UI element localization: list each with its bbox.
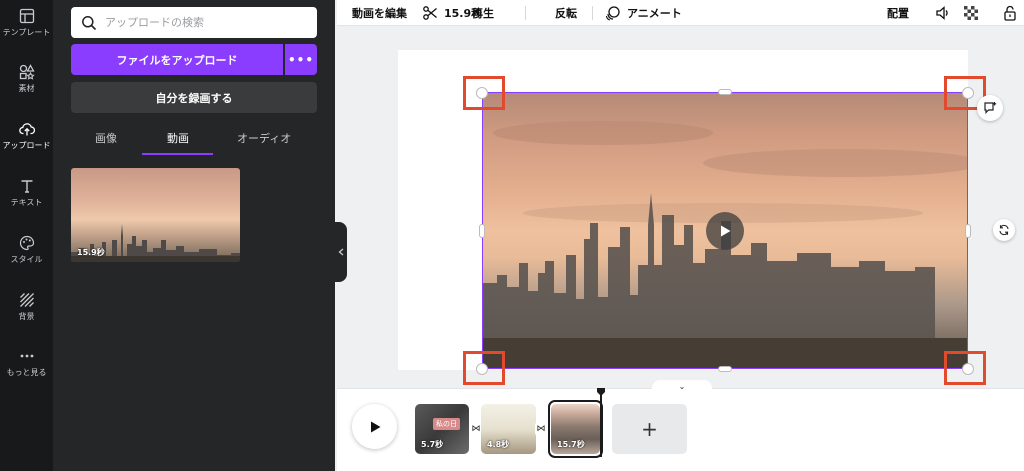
resize-handle-top[interactable] [718, 89, 732, 95]
clip-duration: 5.7秒 [421, 440, 444, 449]
tab-images[interactable]: 画像 [95, 130, 117, 146]
search-icon [82, 15, 97, 30]
record-yourself-button[interactable]: 自分を録画する [71, 82, 317, 113]
animate-button[interactable]: アニメート [605, 5, 682, 21]
collapse-panel-button[interactable] [335, 222, 347, 282]
highlight-box-bottom-right [944, 351, 986, 385]
transition-button[interactable]: ⋈ [535, 423, 547, 435]
rail-item-styles[interactable]: スタイル [0, 235, 53, 283]
speaker-icon [936, 6, 948, 20]
transparency-icon [964, 6, 978, 20]
rail-label: 素材 [18, 84, 35, 93]
transparency-button[interactable] [963, 5, 979, 21]
highlight-box-bottom-left [463, 351, 505, 385]
clip-duration: 4.8秒 [487, 440, 510, 449]
rail-label: 背景 [18, 312, 35, 321]
add-clip-button[interactable]: + [612, 404, 687, 454]
rotate-icon [999, 224, 1009, 236]
template-icon [19, 8, 34, 24]
video-duration-label: 15.9秒 [77, 248, 105, 257]
resize-handle-right[interactable] [965, 224, 971, 238]
rail-label: テンプレート [2, 28, 51, 37]
volume-button[interactable] [935, 5, 951, 21]
active-tab-underline [142, 153, 213, 155]
tab-audio[interactable]: オーディオ [237, 130, 291, 146]
video-play-button[interactable] [706, 212, 744, 250]
arrange-button[interactable]: 配置 [887, 5, 909, 21]
lock-button[interactable] [1002, 5, 1018, 21]
flip-button[interactable]: 反転 [555, 5, 577, 21]
playhead-line [600, 395, 602, 457]
palette-icon [19, 235, 34, 251]
chevron-left-icon [338, 248, 344, 256]
rotate-button[interactable] [993, 219, 1015, 241]
tab-videos[interactable]: 動画 [167, 130, 189, 146]
upload-more-options-button[interactable]: ••• [285, 44, 317, 75]
highlight-box-top-left [463, 76, 505, 110]
rail-item-background[interactable]: 背景 [0, 292, 53, 340]
play-icon [370, 421, 380, 432]
upload-files-button[interactable]: ファイルをアップロード [71, 44, 283, 75]
rail-label: アップロード [2, 141, 51, 150]
search-input[interactable] [105, 16, 305, 29]
animate-icon [605, 6, 620, 21]
cloud-upload-icon [18, 123, 35, 136]
elements-icon [19, 64, 35, 80]
rail-item-text[interactable]: テキスト [0, 178, 53, 226]
resize-handle-bottom[interactable] [718, 366, 732, 372]
rail-item-uploads[interactable]: アップロード [0, 121, 53, 169]
timeline-toggle-button[interactable]: ⌄ [652, 380, 712, 391]
search-box[interactable] [71, 7, 317, 38]
magic-comment-button[interactable] [977, 95, 1003, 121]
play-icon [721, 225, 731, 237]
rail-label: もっと見る [6, 368, 47, 377]
rail-item-elements[interactable]: 素材 [0, 64, 53, 112]
rail-item-more[interactable]: もっと見る [0, 348, 53, 396]
clip-thumb-text: 私の日 [433, 418, 460, 430]
more-icon [20, 354, 33, 358]
timeline-clip-1[interactable]: 私の日 5.7秒 [415, 404, 469, 454]
uploads-panel: ファイルをアップロード ••• 自分を録画する 画像 動画 オーディオ 15.9… [53, 0, 335, 471]
playback-button[interactable]: 再生 [472, 5, 494, 21]
toolbar-divider [592, 6, 593, 20]
rail-item-templates[interactable]: テンプレート [0, 8, 53, 56]
comment-plus-icon [984, 102, 997, 114]
text-icon [21, 180, 32, 193]
resize-handle-left[interactable] [479, 224, 485, 238]
edit-video-button[interactable]: 動画を編集 [352, 5, 407, 21]
toolbar-divider [525, 6, 526, 20]
left-rail: テンプレート 素材 アップロード テキスト スタイル 背景 もっと見る [0, 0, 53, 471]
timeline-play-button[interactable] [352, 404, 397, 449]
timeline-clip-2[interactable]: 4.8秒 [481, 404, 536, 454]
lock-icon [1004, 5, 1016, 21]
rail-label: スタイル [10, 255, 43, 264]
background-icon [19, 293, 34, 307]
rail-label: テキスト [10, 198, 43, 207]
scissors-icon [423, 6, 437, 20]
selected-clip-outline [548, 400, 603, 458]
uploaded-video-thumbnail[interactable]: 15.9秒 [71, 168, 240, 262]
top-toolbar: 動画を編集 15.9秒 再生 反転 アニメート 配置 [337, 0, 1024, 26]
